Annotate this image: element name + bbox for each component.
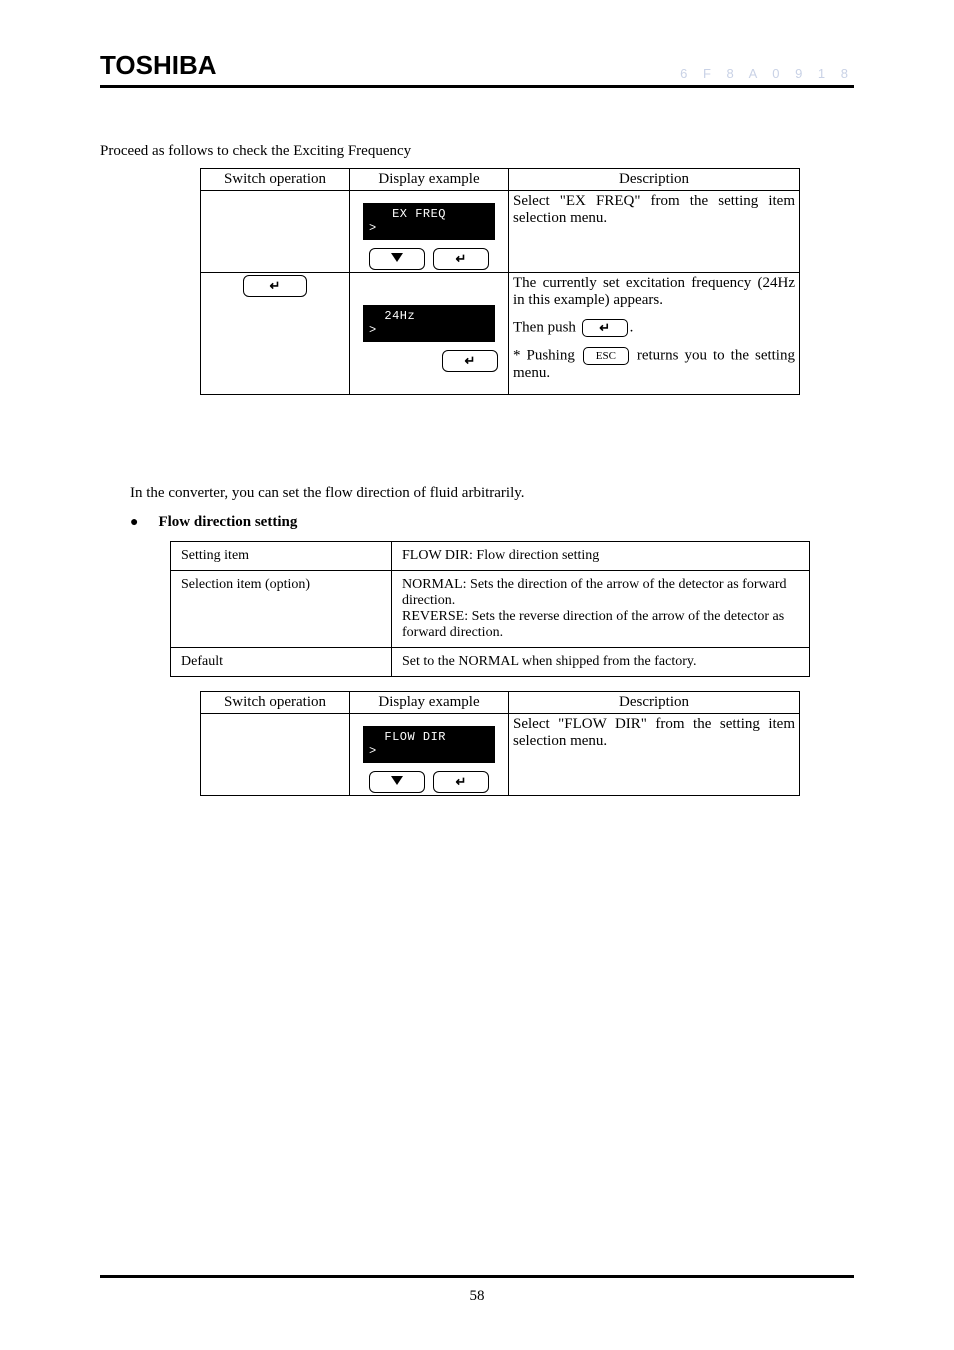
- settings-value: Set to the NORMAL when shipped from the …: [392, 647, 810, 676]
- col-header: Description: [509, 169, 800, 191]
- desc-text: * Pushing ESC returns you to the setting…: [513, 347, 795, 382]
- doc-code: 6 F 8 A 0 9 1 8: [680, 66, 854, 81]
- enter-button[interactable]: ↵: [433, 771, 489, 793]
- down-button[interactable]: [369, 771, 425, 793]
- esc-button-inline[interactable]: ESC: [583, 347, 629, 365]
- col-header: Description: [509, 691, 800, 713]
- desc-text: Select "FLOW DIR" from the setting item …: [513, 716, 795, 750]
- enter-button[interactable]: ↵: [442, 350, 498, 372]
- bullet-icon: ●: [130, 515, 138, 531]
- lcd-display: FLOW DIR >: [363, 726, 495, 763]
- enter-icon: ↵: [456, 251, 467, 267]
- settings-label: Selection item (option): [171, 570, 392, 647]
- bullet-heading: Flow direction setting: [158, 514, 297, 531]
- settings-value: NORMAL: Sets the direction of the arrow …: [392, 570, 810, 647]
- desc-text: Then push ↵ .: [513, 319, 795, 337]
- col-header: Display example: [350, 691, 509, 713]
- intro-text-1: Proceed as follows to check the Exciting…: [100, 143, 854, 160]
- enter-button-inline[interactable]: ↵: [582, 319, 628, 337]
- settings-label: Setting item: [171, 541, 392, 570]
- enter-button[interactable]: ↵: [243, 275, 307, 297]
- enter-icon: ↵: [456, 774, 467, 790]
- settings-table: Setting item FLOW DIR: Flow direction se…: [170, 541, 810, 677]
- procedure-table-2: Switch operation Display example Descrip…: [200, 691, 800, 796]
- enter-icon: ↵: [270, 278, 281, 294]
- desc-text: The currently set excitation frequency (…: [513, 275, 795, 309]
- chevron-down-icon: [390, 251, 404, 267]
- intro-text-2: In the converter, you can set the flow d…: [130, 485, 854, 502]
- page-number: 58: [100, 1288, 854, 1305]
- procedure-table-1: Switch operation Display example Descrip…: [200, 168, 800, 395]
- desc-text: Select "EX FREQ" from the setting item s…: [513, 193, 795, 227]
- enter-button[interactable]: ↵: [433, 248, 489, 270]
- col-header: Switch operation: [201, 691, 350, 713]
- enter-icon: ↵: [465, 353, 476, 369]
- esc-label: ESC: [596, 350, 616, 362]
- col-header: Display example: [350, 169, 509, 191]
- settings-value: FLOW DIR: Flow direction setting: [392, 541, 810, 570]
- settings-label: Default: [171, 647, 392, 676]
- toshiba-logo: TOSHIBA: [100, 50, 217, 81]
- down-button[interactable]: [369, 248, 425, 270]
- enter-icon: ↵: [599, 320, 610, 336]
- col-header: Switch operation: [201, 169, 350, 191]
- footer-rule: [100, 1275, 854, 1278]
- lcd-display: 24Hz >: [363, 305, 495, 342]
- chevron-down-icon: [390, 774, 404, 790]
- lcd-display: EX FREQ >: [363, 203, 495, 240]
